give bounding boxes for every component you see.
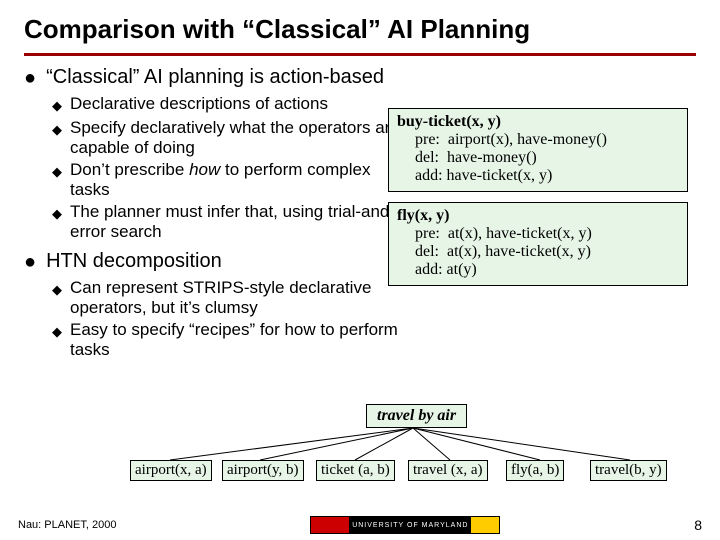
diamond-icon: ◆: [52, 280, 62, 300]
l2-text: The planner must infer that, using trial…: [70, 202, 404, 242]
slide-footer: Nau: PLANET, 2000 UNIVERSITY OF MARYLAND…: [0, 516, 720, 534]
tree-root: travel by air: [366, 404, 467, 428]
op-name: buy-ticket(x, y): [397, 113, 679, 131]
bullet-l1: ● “Classical” AI planning is action-base…: [24, 66, 404, 90]
diamond-icon: ◆: [52, 162, 62, 182]
bullet-l2: ◆ The planner must infer that, using tria…: [52, 202, 404, 242]
decomposition-tree: travel by air airport(x, a) airport(y, b…: [130, 404, 712, 490]
tree-leaf: ticket (a, b): [316, 460, 395, 481]
bullet-l2: ◆ Declarative descriptions of actions: [52, 94, 404, 116]
op-del: del: at(x), have-ticket(x, y): [397, 243, 679, 261]
bullet-l2: ◆ Specify declaratively what the operator…: [52, 118, 404, 158]
l2-text: Easy to specify “recipes” for how to per…: [70, 320, 404, 360]
op-add: add: at(y): [397, 261, 679, 279]
title-rule: [24, 53, 696, 56]
page-number: 8: [694, 517, 702, 533]
op-pre: pre: airport(x), have-money(): [397, 131, 679, 149]
disc-icon: ●: [24, 250, 36, 274]
operator-box: fly(x, y) pre: at(x), have-ticket(x, y) …: [388, 202, 688, 286]
tree-leaf: airport(x, a): [130, 460, 212, 481]
l2-text: Declarative descriptions of actions: [70, 94, 328, 114]
diamond-icon: ◆: [52, 322, 62, 342]
slide-title: Comparison with “Classical” AI Planning: [0, 0, 720, 51]
l1-text: HTN decomposition: [46, 250, 222, 273]
l2-text: Specify declaratively what the operators…: [70, 118, 404, 158]
diamond-icon: ◆: [52, 96, 62, 116]
footer-citation: Nau: PLANET, 2000: [18, 519, 116, 531]
operator-box: buy-ticket(x, y) pre: airport(x), have-m…: [388, 108, 688, 192]
tree-leaf: travel(b, y): [590, 460, 667, 481]
disc-icon: ●: [24, 66, 36, 90]
slide-body: ● “Classical” AI planning is action-base…: [0, 66, 720, 360]
op-del: del: have-money(): [397, 149, 679, 167]
bullet-l2: ◆ Can represent STRIPS-style declarative …: [52, 278, 404, 318]
l1-text: “Classical” AI planning is action-based: [46, 66, 384, 89]
diamond-icon: ◆: [52, 120, 62, 140]
logo-text: UNIVERSITY OF MARYLAND: [349, 517, 471, 533]
bullet-l2: ◆ Don’t prescribe how to perform complex …: [52, 160, 404, 200]
tree-leaf: fly(a, b): [506, 460, 564, 481]
bullet-l1: ● HTN decomposition: [24, 250, 404, 274]
op-name: fly(x, y): [397, 207, 679, 225]
diamond-icon: ◆: [52, 204, 62, 224]
tree-leaf: travel (x, a): [408, 460, 488, 481]
bullet-l2: ◆ Easy to specify “recipes” for how to pe…: [52, 320, 404, 360]
op-pre: pre: at(x), have-ticket(x, y): [397, 225, 679, 243]
op-add: add: have-ticket(x, y): [397, 167, 679, 185]
l2-text: Don’t prescribe how to perform complex t…: [70, 160, 404, 200]
operator-boxes: buy-ticket(x, y) pre: airport(x), have-m…: [388, 108, 688, 296]
university-logo: UNIVERSITY OF MARYLAND: [310, 516, 500, 534]
l2-text: Can represent STRIPS-style declarative o…: [70, 278, 404, 318]
tree-leaf: airport(y, b): [222, 460, 304, 481]
